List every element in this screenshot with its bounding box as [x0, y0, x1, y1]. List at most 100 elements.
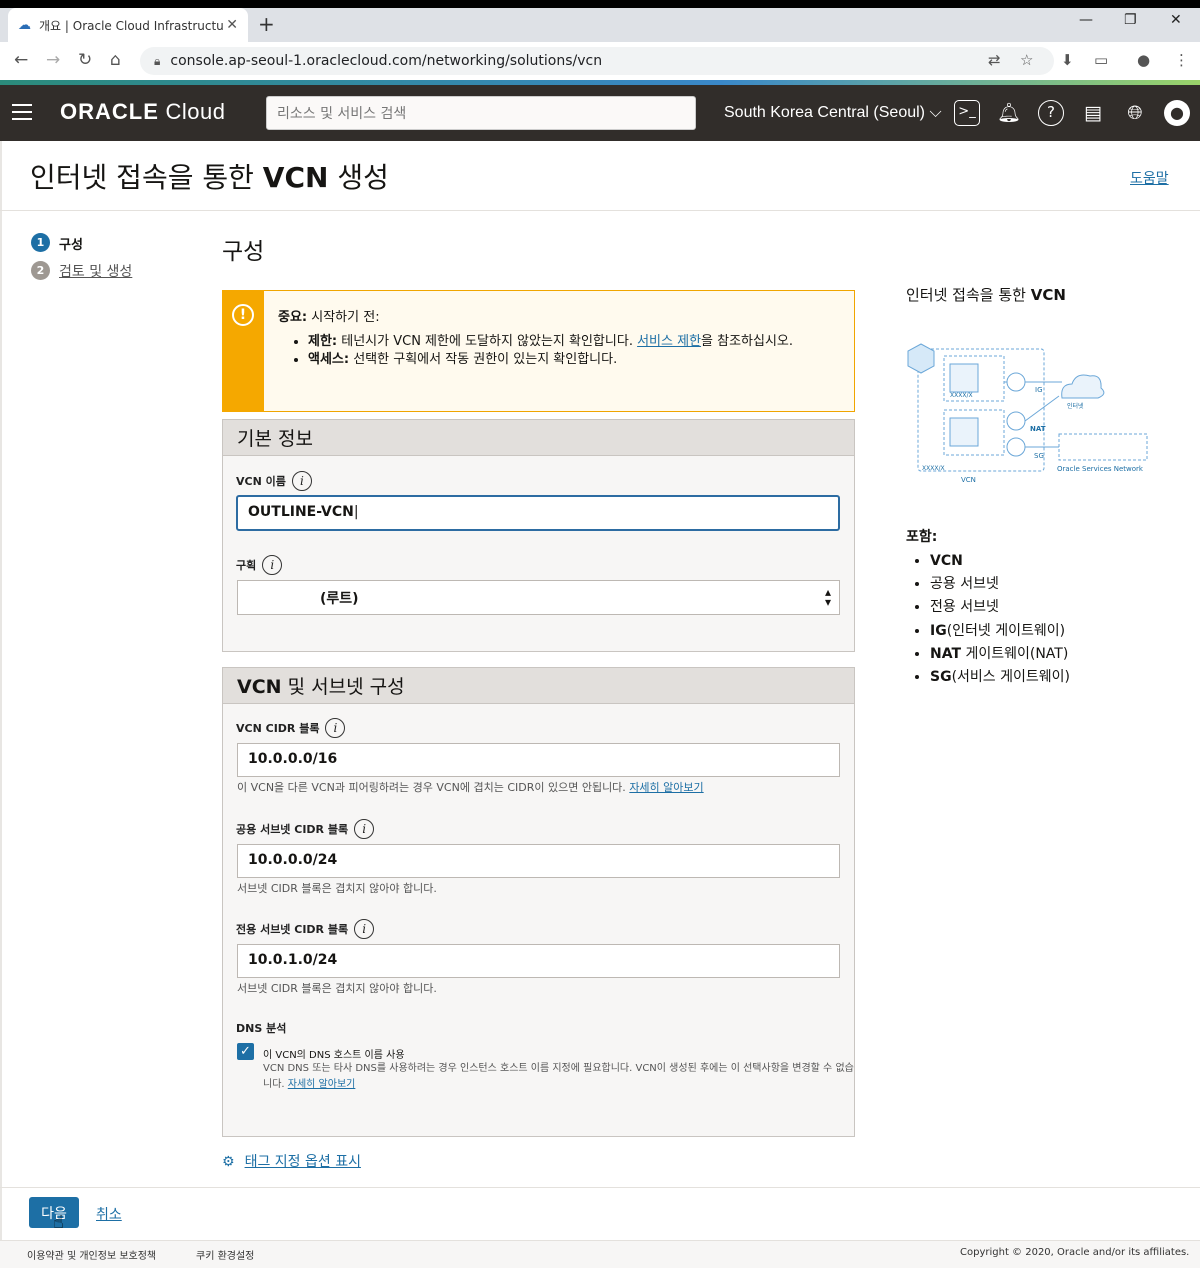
info-icon[interactable]: i [291, 471, 312, 491]
warning-item-access: 액세스: 선택한 구획에서 작동 권한이 있는지 확인합니다. [308, 351, 842, 369]
chevron-down-icon: ⌵ [929, 104, 942, 121]
diagram-vcn-label: VCN [961, 476, 976, 484]
cast-icon[interactable]: ▭ [1094, 51, 1108, 69]
info-icon[interactable]: i [325, 718, 346, 738]
basic-info-panel: 기본 정보 [222, 419, 855, 652]
step-1-number: 1 [31, 233, 50, 252]
diagram-internet-label: 인터넷 [1067, 402, 1084, 410]
private-subnet-cidr-label: 전용 서브넷 CIDR 블록 i [236, 919, 375, 939]
oracle-cloud-favicon-icon: ☁ [18, 17, 31, 33]
hamburger-menu-icon[interactable] [12, 104, 32, 120]
warning-list: 제한: 테넌시가 VCN 제한에 도달하지 않았는지 확인합니다. 서비스 제한… [292, 333, 842, 369]
translate-icon[interactable]: ⇄ [988, 51, 1001, 69]
includes-heading: 포함: [906, 529, 938, 545]
cancel-link[interactable]: 취소 [96, 1204, 122, 1224]
browser-tab-title: 개요 | Oracle Cloud Infrastructu [39, 18, 224, 33]
url-input[interactable]: 🔒︎ console.ap-seoul-1.oraclecloud.com/ne… [140, 47, 1054, 75]
bookmark-star-icon[interactable]: ☆ [1020, 51, 1033, 69]
extension-icon[interactable]: ⬇ [1061, 51, 1074, 69]
close-window-icon[interactable]: ✕ [1170, 12, 1182, 28]
oracle-cloud-logo[interactable]: ORACLE Cloud [60, 99, 225, 125]
help-icon[interactable]: ? [1038, 100, 1064, 126]
notification-bell-icon[interactable]: 🔔︎ [996, 100, 1022, 126]
restore-icon[interactable]: ❐ [1124, 12, 1137, 28]
diagram-title: 인터넷 접속을 통한 VCN [906, 286, 1066, 304]
includes-item: 공용 서브넷 [930, 573, 1070, 596]
info-icon[interactable]: i [354, 919, 375, 939]
service-limits-link[interactable]: 서비스 제한 [637, 334, 701, 349]
lock-icon: 🔒︎ [154, 53, 161, 68]
dns-learn-more-link[interactable]: 자세히 알아보기 [288, 1079, 356, 1090]
step-2-number: 2 [31, 261, 50, 280]
step-1-label: 구성 [59, 238, 83, 253]
info-icon[interactable]: i [262, 555, 283, 575]
warning-item-limits: 제한: 테넌시가 VCN 제한에 도달하지 않았는지 확인합니다. 서비스 제한… [308, 333, 842, 351]
show-tagging-options-link[interactable]: ⚙︎ 태그 지정 옵션 표시 [222, 1151, 361, 1171]
resource-search-input[interactable]: 리소스 및 서비스 검색 [266, 96, 696, 130]
public-subnet-cidr-label: 공용 서브넷 CIDR 블록 i [236, 819, 375, 839]
vcn-config-title: VCN 및 서브넷 구성 [223, 668, 854, 704]
user-profile-icon[interactable]: ● [1164, 100, 1190, 126]
dns-hostname-checkbox[interactable]: ✓ [237, 1043, 254, 1060]
private-subnet-cidr-input[interactable]: 10.0.1.0/24 [237, 944, 840, 978]
cloud-shell-icon[interactable]: >_ [954, 100, 980, 126]
compartment-select[interactable]: (루트) ▴ ▾ [237, 580, 840, 615]
public-subnet-cidr-input[interactable]: 10.0.0.0/24 [237, 844, 840, 878]
diagram-nat-label: NAT [1030, 425, 1046, 433]
warning-icon: ! [232, 304, 254, 326]
close-tab-icon[interactable]: ✕ [226, 17, 238, 33]
includes-item: VCN [930, 550, 1070, 573]
copyright-text: Copyright © 2020, Oracle and/or its affi… [960, 1247, 1190, 1258]
cookie-preferences-link[interactable]: 쿠키 환경설정 [196, 1247, 254, 1262]
tag-icon: ⚙︎ [222, 1154, 235, 1170]
includes-list: VCN 공용 서브넷 전용 서브넷 IG(인터넷 게이트웨이) NAT 게이트웨… [912, 550, 1070, 689]
basic-info-title: 기본 정보 [223, 420, 854, 456]
browser-tab[interactable]: ☁ 개요 | Oracle Cloud Infrastructu ✕ [8, 8, 248, 42]
dns-description: VCN DNS 또는 타사 DNS를 사용하려는 경우 인스턴스 호스트 이름 … [263, 1063, 854, 1090]
minimize-icon[interactable]: — [1079, 12, 1093, 28]
learn-more-link[interactable]: 자세히 알아보기 [629, 781, 703, 794]
dns-resolution-label: DNS 분석 [236, 1022, 287, 1035]
diagram-oracle-services-label: Oracle Services Network [1057, 465, 1144, 473]
step-2-link[interactable]: 검토 및 생성 [59, 261, 132, 281]
diagram-sg-label: SG [1034, 452, 1044, 460]
includes-item: SG(서비스 게이트웨이) [930, 666, 1070, 689]
compartment-label: 구획 i [236, 555, 283, 575]
profile-icon[interactable]: ● [1137, 51, 1150, 69]
select-arrows-icon: ▴ ▾ [824, 585, 831, 609]
section-title: 구성 [222, 239, 265, 265]
forward-icon[interactable]: → [46, 50, 60, 70]
page-title: 인터넷 접속을 통한 VCN 생성 [30, 161, 389, 194]
warning-heading: 중요: 시작하기 전: [278, 310, 380, 325]
footer-divider [0, 1187, 1200, 1188]
diagram-subnet-cidr-label: XXXX/X [950, 392, 973, 399]
feedback-chat-icon[interactable]: ▤ [1080, 100, 1106, 126]
page-left-border [0, 141, 2, 1240]
vcn-architecture-diagram: IG NAT SG 인터넷 Oracle Services Network VC… [907, 343, 1148, 484]
window-top-strip [0, 0, 1200, 8]
diagram-ig-label: IG [1035, 386, 1043, 394]
includes-item: NAT 게이트웨이(NAT) [930, 643, 1070, 666]
vcn-cidr-hint: 이 VCN을 다른 VCN과 피어링하려는 경우 VCN에 겹치는 CIDR이 … [237, 781, 704, 794]
diagram-vcn-cidr-label: XXXX/X [922, 465, 945, 472]
mouse-cursor-icon: ☝︎ [53, 1212, 64, 1233]
public-subnet-hint: 서브넷 CIDR 블록은 겹치지 않아야 합니다. [237, 882, 437, 895]
terms-privacy-link[interactable]: 이용약관 및 개인정보 보호정책 [27, 1247, 156, 1262]
private-subnet-hint: 서브넷 CIDR 블록은 겹치지 않아야 합니다. [237, 982, 437, 995]
help-link[interactable]: 도움말 [1130, 168, 1169, 188]
new-tab-icon[interactable]: + [258, 12, 275, 36]
language-globe-icon[interactable]: 🌐︎ [1122, 100, 1148, 126]
vcn-name-label: VCN 이름 i [236, 471, 312, 491]
vcn-cidr-input[interactable]: 10.0.0.0/16 [237, 743, 840, 777]
includes-item: IG(인터넷 게이트웨이) [930, 620, 1070, 643]
region-selector[interactable]: South Korea Central (Seoul) ⌵ [724, 104, 942, 122]
url-text: console.ap-seoul-1.oraclecloud.com/netwo… [170, 53, 603, 69]
vcn-name-input[interactable]: OUTLINE-VCN| [236, 495, 840, 531]
home-icon[interactable]: ⌂ [110, 50, 121, 70]
vcn-cidr-label: VCN CIDR 블록 i [236, 718, 346, 738]
info-icon[interactable]: i [354, 819, 375, 839]
browser-menu-icon[interactable]: ⋮ [1174, 51, 1189, 69]
dns-checkbox-label[interactable]: 이 VCN의 DNS 호스트 이름 사용 [263, 1046, 405, 1061]
back-icon[interactable]: ← [14, 50, 28, 70]
reload-icon[interactable]: ↻ [78, 50, 92, 70]
